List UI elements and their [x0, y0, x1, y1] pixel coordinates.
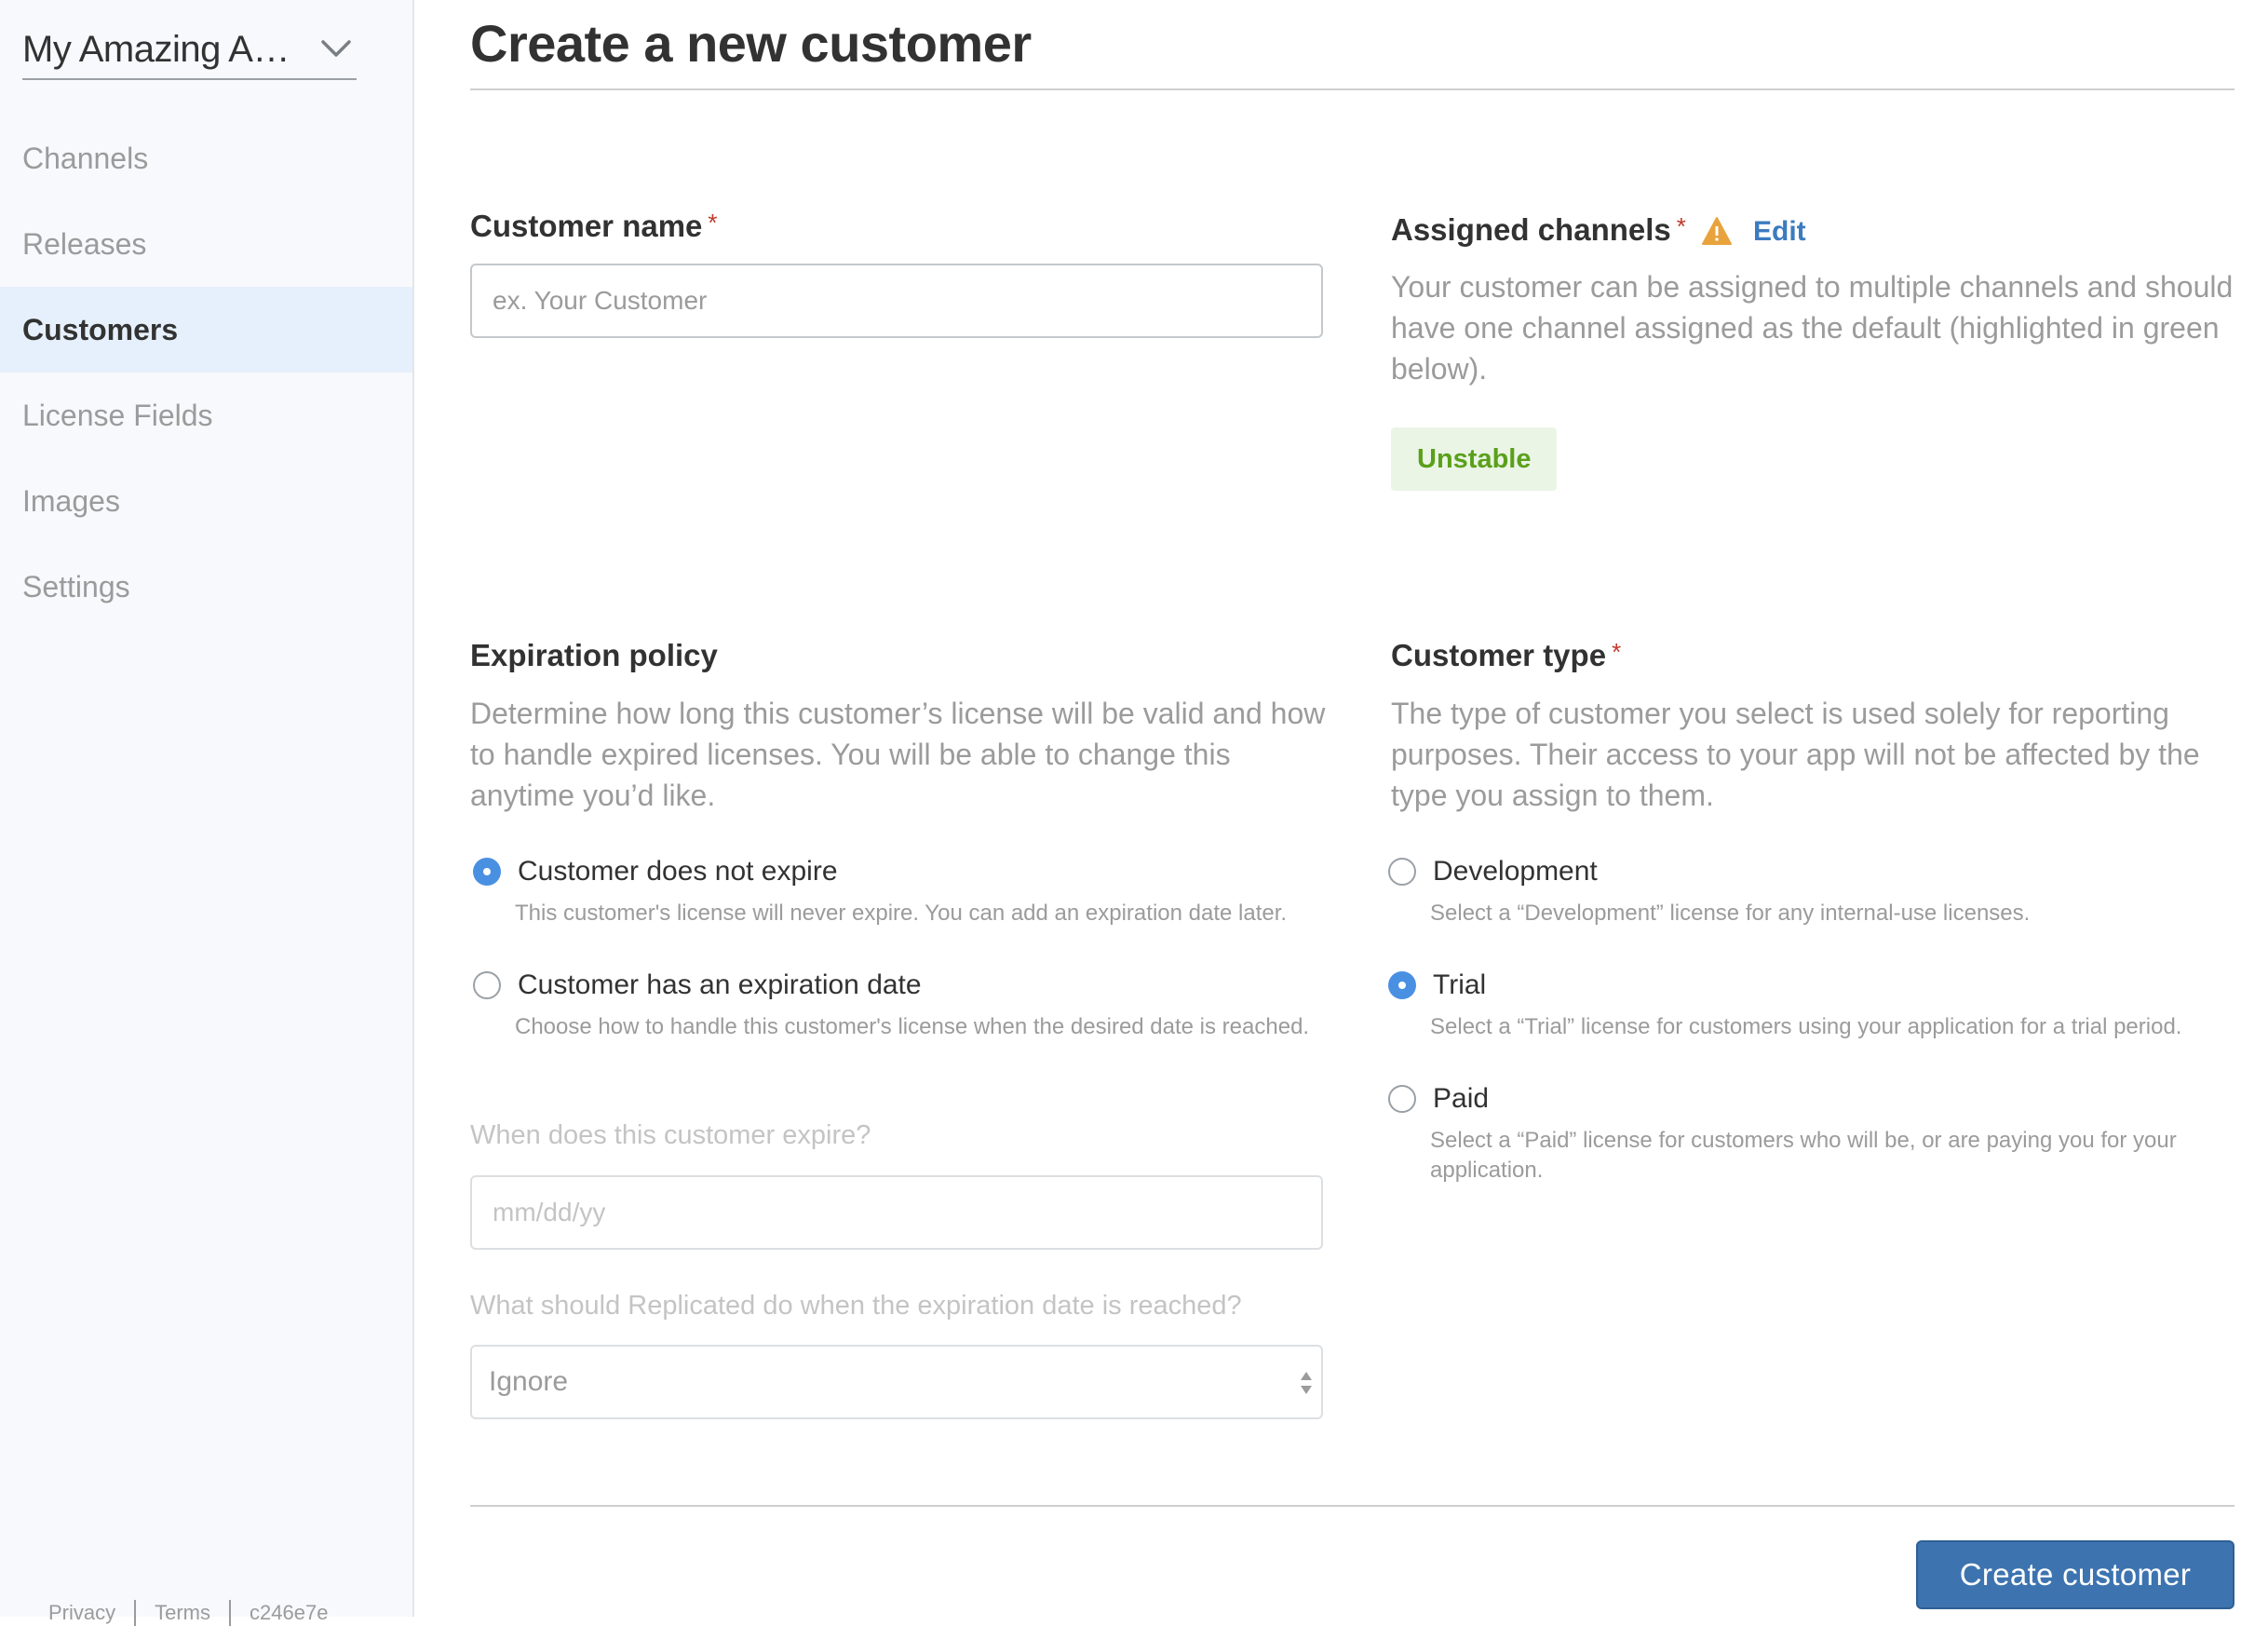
radio-label: Customer has an expiration date — [518, 969, 922, 1000]
sidebar-item-images[interactable]: Images — [0, 458, 412, 544]
expire-action-label: What should Replicated do when the expir… — [470, 1291, 1242, 1321]
main-content: Create a new customer Customer name* Ass… — [470, 0, 2234, 1617]
radio-button[interactable] — [1388, 1085, 1416, 1113]
radio-does-not-expire[interactable]: Customer does not expire — [473, 856, 838, 888]
radio-development[interactable]: Development — [1388, 856, 1598, 888]
assigned-channels-description: Your customer can be assigned to multipl… — [1391, 270, 2234, 386]
terms-link[interactable]: Terms — [155, 1601, 210, 1625]
assigned-channels-heading: Assigned channels * — [1391, 212, 1686, 248]
customer-name-heading: Customer name * — [470, 209, 718, 244]
radio-has-expiration-date[interactable]: Customer has an expiration date — [473, 969, 922, 1001]
sidebar-item-customers[interactable]: Customers — [0, 287, 412, 373]
select-arrows-icon — [1301, 1372, 1312, 1394]
sidebar-item-releases[interactable]: Releases — [0, 201, 412, 287]
chevron-down-icon — [321, 40, 351, 57]
radio-help-text: Choose how to handle this customer's lic… — [515, 1014, 1310, 1039]
radio-button[interactable] — [473, 971, 501, 999]
radio-label: Customer does not expire — [518, 856, 838, 887]
footer-divider — [470, 1505, 2234, 1507]
sidebar-item-settings[interactable]: Settings — [0, 544, 412, 630]
warning-triangle-icon — [1702, 217, 1732, 245]
version-label: c246e7e — [250, 1601, 329, 1624]
required-marker: * — [1676, 212, 1686, 240]
radio-label: Development — [1433, 856, 1598, 887]
app-switcher[interactable]: My Amazing Ap… — [22, 20, 357, 80]
expire-action-select[interactable]: Ignore — [470, 1345, 1323, 1419]
radio-label: Trial — [1433, 969, 1487, 1000]
required-marker: * — [1612, 638, 1622, 666]
sidebar: My Amazing Ap… Channels Releases Custome… — [0, 0, 414, 1626]
sidebar-item-license-fields[interactable]: License Fields — [0, 373, 412, 458]
footer-divider — [229, 1600, 232, 1626]
sidebar-item-channels[interactable]: Channels — [0, 115, 412, 201]
sidebar-footer: Privacy Terms c246e7e — [48, 1600, 328, 1626]
privacy-link[interactable]: Privacy — [48, 1601, 115, 1625]
radio-help-text: Select a “Paid” license for customers wh… — [1430, 1128, 2177, 1183]
expiration-policy-description: Determine how long this customer’s licen… — [470, 697, 1326, 812]
radio-help-text: Select a “Development” license for any i… — [1430, 901, 2031, 926]
title-divider — [470, 88, 2234, 90]
radio-trial[interactable]: Trial — [1388, 969, 1486, 1001]
radio-button-selected[interactable] — [1388, 971, 1416, 999]
required-marker: * — [708, 209, 718, 237]
assigned-channels-label: Assigned channels — [1391, 212, 1671, 247]
sidebar-nav: Channels Releases Customers License Fiel… — [0, 115, 412, 630]
customer-type-label: Customer type — [1391, 638, 1607, 672]
expire-date-input[interactable] — [470, 1175, 1323, 1250]
channel-chip-unstable[interactable]: Unstable — [1391, 427, 1558, 491]
customer-name-label: Customer name — [470, 209, 703, 243]
radio-help-text: This customer's license will never expir… — [515, 901, 1288, 926]
expire-action-selected-value: Ignore — [489, 1366, 569, 1397]
expiration-policy-heading: Expiration policy — [470, 638, 718, 673]
expiration-policy-label: Expiration policy — [470, 638, 718, 672]
app-switcher-label: My Amazing Ap… — [22, 28, 302, 70]
expire-date-label: When does this customer expire? — [470, 1120, 871, 1150]
footer-divider — [134, 1600, 137, 1626]
radio-button[interactable] — [1388, 858, 1416, 886]
radio-button-selected[interactable] — [473, 858, 501, 886]
edit-channels-link[interactable]: Edit — [1753, 216, 1806, 248]
radio-help-text: Select a “Trial” license for customers u… — [1430, 1014, 2182, 1039]
customer-name-input[interactable] — [470, 264, 1323, 338]
create-customer-button[interactable]: Create customer — [1916, 1540, 2234, 1609]
customer-type-heading: Customer type * — [1391, 638, 1621, 673]
radio-paid[interactable]: Paid — [1388, 1083, 1489, 1115]
page-title: Create a new customer — [470, 14, 1032, 73]
customer-type-description: The type of customer you select is used … — [1391, 697, 2200, 812]
radio-label: Paid — [1433, 1083, 1490, 1114]
